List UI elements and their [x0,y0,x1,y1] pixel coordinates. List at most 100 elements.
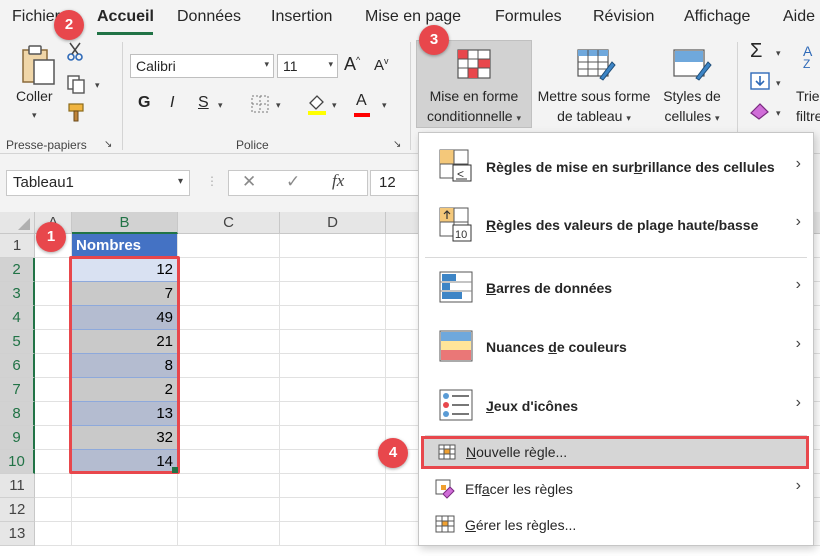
format-as-table-label-2[interactable]: de tableau ▾ [532,108,656,124]
column-header-c[interactable]: C [178,212,280,234]
row-header-12[interactable]: 12 [0,498,35,522]
format-painter-icon[interactable] [66,102,88,124]
row-header-2[interactable]: 2 [0,258,35,282]
bold-button[interactable]: G [138,94,150,112]
underline-button[interactable]: S [198,94,209,112]
chevron-right-icon: › [795,394,801,411]
menu-item-new-rule[interactable]: Nouvelle règle... [421,436,809,469]
chevron-right-icon: › [795,335,801,352]
top-bottom-rules-icon: 10 [439,207,472,242]
tab-mise-en-page[interactable]: Mise en page [365,8,461,26]
font-color-button[interactable]: A [356,92,367,110]
font-launcher-icon[interactable]: ↘ [393,139,401,150]
cancel-icon[interactable]: ✕ [242,172,256,192]
cut-icon[interactable] [66,42,86,62]
row-header-4[interactable]: 4 [0,306,35,330]
menu-item-icon-sets[interactable]: Jeux d'icônes › [419,377,813,435]
tab-donnees[interactable]: Données [177,8,241,26]
copy-dropdown-icon[interactable]: ▾ [95,80,100,91]
fill-color-icon[interactable] [306,92,328,116]
clear-dropdown-icon[interactable]: ▾ [776,108,781,119]
tab-formules[interactable]: Formules [495,8,562,26]
step-badge-2: 2 [54,10,84,40]
menu-item-label: Règles de mise en surbrillance des cellu… [486,159,775,175]
insert-function-icon[interactable]: fx [332,171,344,191]
table-header-cell[interactable]: Nombres [72,234,177,258]
menu-item-data-bars[interactable]: Barres de données › [419,259,813,317]
menu-item-highlight-cells-rules[interactable]: < Règles de mise en surbrillance des cel… [419,135,813,195]
font-color-dropdown-icon[interactable]: ▾ [382,100,387,111]
cell-styles-label-2[interactable]: cellules ▾ [656,108,728,124]
sort-filter-icon[interactable]: A Z [802,42,820,68]
new-rule-icon [438,444,456,460]
sort-filter-label-2[interactable]: filtrer [796,108,820,124]
menu-item-color-scales[interactable]: Nuances de couleurs › [419,317,813,377]
menu-item-clear-rules[interactable]: Effacer les règles › [419,473,813,507]
borders-icon[interactable] [250,94,270,114]
grow-font-button[interactable]: A^ [344,54,360,75]
copy-icon[interactable] [66,74,88,94]
paste-label[interactable]: Coller [16,88,53,104]
conditional-formatting-icon [457,49,491,79]
font-color-swatch [354,113,370,117]
icon-sets-icon [439,389,473,421]
fill-dropdown-icon[interactable]: ▾ [776,78,781,89]
name-box-value: Tableau1 [13,174,74,191]
menu-item-top-bottom-rules[interactable]: 10 Règles des valeurs de plage haute/bas… [419,195,813,255]
menu-item-label: Effacer les règles [465,481,573,497]
clipboard-launcher-icon[interactable]: ↘ [104,139,112,150]
fill-handle[interactable] [172,467,178,473]
cell-styles-icon[interactable] [672,48,712,82]
row-header-8[interactable]: 8 [0,402,35,426]
clipboard-group-label: Presse-papiers [6,138,87,152]
separator [122,42,123,150]
row-header-7[interactable]: 7 [0,378,35,402]
sort-filter-label-1[interactable]: Trier [796,88,820,104]
tab-aide[interactable]: Aide [783,8,815,26]
row-header-3[interactable]: 3 [0,282,35,306]
format-as-table-icon[interactable] [576,48,616,82]
paste-dropdown-icon[interactable]: ▾ [32,110,37,121]
fill-color-dropdown-icon[interactable]: ▾ [332,100,337,111]
column-header-b[interactable]: B [72,212,178,234]
fill-down-icon[interactable] [750,72,770,90]
chevron-right-icon: › [795,477,801,494]
name-box[interactable]: Tableau1 ▾ [6,170,190,196]
tab-fichier[interactable]: Fichier [12,8,60,26]
font-name-select[interactable]: Calibri ▾ [130,54,274,78]
autosum-icon[interactable]: Σ [750,40,762,63]
paste-icon[interactable] [20,44,58,86]
tab-accueil[interactable]: Accueil [97,8,154,26]
format-as-table-label-1[interactable]: Mettre sous forme [532,88,656,104]
tab-affichage[interactable]: Affichage [684,8,750,26]
conditional-formatting-menu: < Règles de mise en surbrillance des cel… [418,132,814,546]
cell-styles-label-1[interactable]: Styles de [656,88,728,104]
chevron-down-icon: ▾ [328,59,333,69]
shrink-font-button[interactable]: Av [374,56,389,74]
autosum-dropdown-icon[interactable]: ▾ [776,48,781,59]
step-badge-4: 4 [378,438,408,468]
clear-icon[interactable] [748,102,772,120]
enter-icon[interactable]: ✓ [286,172,300,192]
row-header-9[interactable]: 9 [0,426,35,450]
italic-button[interactable]: I [170,94,174,112]
menu-item-label: Nouvelle règle... [466,444,568,460]
row-header-11[interactable]: 11 [0,474,35,498]
more-options-icon[interactable]: ⋮ [206,174,218,188]
column-header-d[interactable]: D [280,212,386,234]
tab-insertion[interactable]: Insertion [271,8,332,26]
menu-item-manage-rules[interactable]: Gérer les règles... [419,509,813,543]
tab-revision[interactable]: Révision [593,8,654,26]
borders-dropdown-icon[interactable]: ▾ [276,100,281,111]
select-all-corner[interactable] [0,212,35,234]
font-size-select[interactable]: 11 ▾ [277,54,338,78]
conditional-formatting-label-1: Mise en forme [429,88,519,104]
underline-dropdown-icon[interactable]: ▾ [218,100,223,111]
row-header-10[interactable]: 10 [0,450,35,474]
row-header-1[interactable]: 1 [0,234,35,258]
row-header-13[interactable]: 13 [0,522,35,546]
chevron-right-icon: › [795,155,801,172]
color-scales-icon [439,330,473,362]
row-header-5[interactable]: 5 [0,330,35,354]
row-header-6[interactable]: 6 [0,354,35,378]
